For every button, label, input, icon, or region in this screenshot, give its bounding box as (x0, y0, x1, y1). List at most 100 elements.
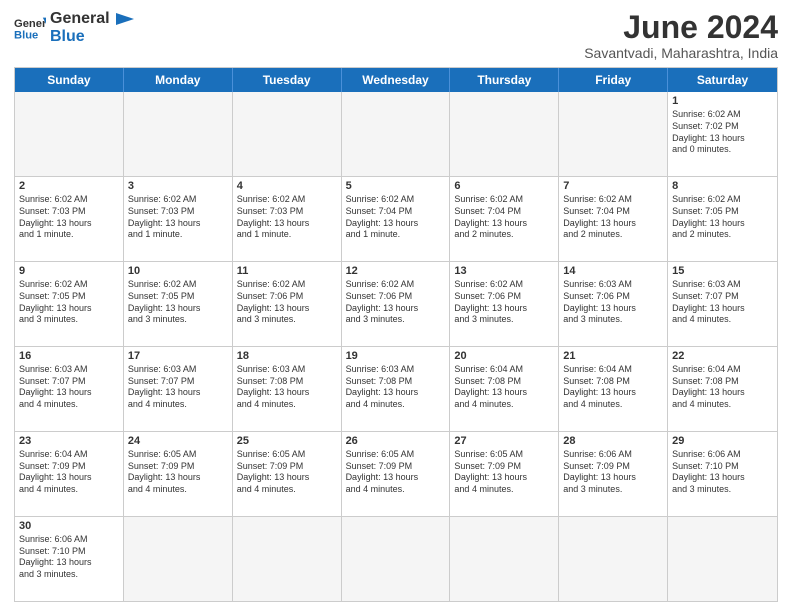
calendar-cell (124, 92, 233, 176)
day-info: Sunrise: 6:02 AM Sunset: 7:03 PM Dayligh… (19, 194, 119, 241)
day-number: 20 (454, 350, 554, 362)
day-number: 24 (128, 435, 228, 447)
day-info: Sunrise: 6:05 AM Sunset: 7:09 PM Dayligh… (454, 449, 554, 496)
day-number: 30 (19, 520, 119, 532)
day-number: 22 (672, 350, 773, 362)
calendar-cell: 16 Sunrise: 6:03 AM Sunset: 7:07 PM Dayli… (15, 347, 124, 431)
day-info: Sunrise: 6:04 AM Sunset: 7:08 PM Dayligh… (454, 364, 554, 411)
day-number: 29 (672, 435, 773, 447)
day-info: Sunrise: 6:03 AM Sunset: 7:08 PM Dayligh… (346, 364, 446, 411)
calendar-cell: 21 Sunrise: 6:04 AM Sunset: 7:08 PM Dayli… (559, 347, 668, 431)
day-info: Sunrise: 6:06 AM Sunset: 7:09 PM Dayligh… (563, 449, 663, 496)
calendar-cell: 20 Sunrise: 6:04 AM Sunset: 7:08 PM Dayli… (450, 347, 559, 431)
day-info: Sunrise: 6:02 AM Sunset: 7:05 PM Dayligh… (128, 279, 228, 326)
calendar-cell (342, 517, 451, 601)
calendar-cell (342, 92, 451, 176)
day-info: Sunrise: 6:02 AM Sunset: 7:05 PM Dayligh… (672, 194, 773, 241)
day-number: 4 (237, 180, 337, 192)
day-info: Sunrise: 6:03 AM Sunset: 7:08 PM Dayligh… (237, 364, 337, 411)
calendar-cell (124, 517, 233, 601)
calendar-cell (559, 517, 668, 601)
day-number: 23 (19, 435, 119, 447)
calendar-cell: 12Sunrise: 6:02 AM Sunset: 7:06 PM Dayli… (342, 262, 451, 346)
calendar-cell: 19 Sunrise: 6:03 AM Sunset: 7:08 PM Dayli… (342, 347, 451, 431)
day-info: Sunrise: 6:02 AM Sunset: 7:06 PM Dayligh… (237, 279, 337, 326)
day-info: Sunrise: 6:03 AM Sunset: 7:07 PM Dayligh… (128, 364, 228, 411)
svg-text:General: General (14, 18, 46, 30)
day-number: 11 (237, 265, 337, 277)
day-number: 8 (672, 180, 773, 192)
day-info: Sunrise: 6:05 AM Sunset: 7:09 PM Dayligh… (346, 449, 446, 496)
calendar-cell (233, 517, 342, 601)
calendar-cell: 26 Sunrise: 6:05 AM Sunset: 7:09 PM Dayli… (342, 432, 451, 516)
day-number: 7 (563, 180, 663, 192)
calendar-cell (559, 92, 668, 176)
calendar-week-5: 30 Sunrise: 6:06 AM Sunset: 7:10 PM Dayli… (15, 516, 777, 601)
calendar-cell: 9Sunrise: 6:02 AM Sunset: 7:05 PM Daylig… (15, 262, 124, 346)
day-number: 26 (346, 435, 446, 447)
calendar-cell: 3 Sunrise: 6:02 AM Sunset: 7:03 PM Daylig… (124, 177, 233, 261)
day-info: Sunrise: 6:06 AM Sunset: 7:10 PM Dayligh… (19, 534, 119, 581)
calendar-cell (450, 517, 559, 601)
day-number: 19 (346, 350, 446, 362)
calendar-cell: 8 Sunrise: 6:02 AM Sunset: 7:05 PM Daylig… (668, 177, 777, 261)
calendar-cell: 10Sunrise: 6:02 AM Sunset: 7:05 PM Dayli… (124, 262, 233, 346)
calendar-cell (233, 92, 342, 176)
day-info: Sunrise: 6:05 AM Sunset: 7:09 PM Dayligh… (128, 449, 228, 496)
calendar-cell: 30 Sunrise: 6:06 AM Sunset: 7:10 PM Dayli… (15, 517, 124, 601)
day-number: 28 (563, 435, 663, 447)
logo-icon: General Blue (14, 14, 46, 42)
day-header-friday: Friday (559, 68, 668, 92)
calendar-cell: 29 Sunrise: 6:06 AM Sunset: 7:10 PM Dayli… (668, 432, 777, 516)
calendar-cell: 11 Sunrise: 6:02 AM Sunset: 7:06 PM Dayli… (233, 262, 342, 346)
calendar-cell: 22 Sunrise: 6:04 AM Sunset: 7:08 PM Dayli… (668, 347, 777, 431)
calendar-week-1: 2Sunrise: 6:02 AM Sunset: 7:03 PM Daylig… (15, 176, 777, 261)
logo-blue: Blue (50, 28, 110, 46)
day-number: 3 (128, 180, 228, 192)
calendar-cell: 25 Sunrise: 6:05 AM Sunset: 7:09 PM Dayli… (233, 432, 342, 516)
calendar-cell (450, 92, 559, 176)
day-number: 9 (19, 265, 119, 277)
day-number: 13 (454, 265, 554, 277)
day-number: 5 (346, 180, 446, 192)
day-info: Sunrise: 6:04 AM Sunset: 7:09 PM Dayligh… (19, 449, 119, 496)
calendar-cell: 14 Sunrise: 6:03 AM Sunset: 7:06 PM Dayli… (559, 262, 668, 346)
calendar-week-4: 23 Sunrise: 6:04 AM Sunset: 7:09 PM Dayli… (15, 431, 777, 516)
day-number: 16 (19, 350, 119, 362)
calendar-cell: 27 Sunrise: 6:05 AM Sunset: 7:09 PM Dayli… (450, 432, 559, 516)
calendar-cell: 13Sunrise: 6:02 AM Sunset: 7:06 PM Dayli… (450, 262, 559, 346)
day-number: 17 (128, 350, 228, 362)
calendar-week-3: 16 Sunrise: 6:03 AM Sunset: 7:07 PM Dayli… (15, 346, 777, 431)
day-number: 18 (237, 350, 337, 362)
day-info: Sunrise: 6:02 AM Sunset: 7:03 PM Dayligh… (128, 194, 228, 241)
day-number: 27 (454, 435, 554, 447)
day-info: Sunrise: 6:04 AM Sunset: 7:08 PM Dayligh… (563, 364, 663, 411)
logo: General Blue General Blue (14, 10, 134, 45)
logo-flag-icon (116, 13, 134, 35)
calendar-cell: 15Sunrise: 6:03 AM Sunset: 7:07 PM Dayli… (668, 262, 777, 346)
day-info: Sunrise: 6:06 AM Sunset: 7:10 PM Dayligh… (672, 449, 773, 496)
calendar-week-2: 9 Sunrise: 6:02 AM Sunset: 7:05 PM Daylig… (15, 261, 777, 346)
calendar: SundayMondayTuesdayWednesdayThursdayFrid… (14, 67, 778, 602)
calendar-cell: 28 Sunrise: 6:06 AM Sunset: 7:09 PM Dayli… (559, 432, 668, 516)
day-info: Sunrise: 6:04 AM Sunset: 7:08 PM Dayligh… (672, 364, 773, 411)
day-header-tuesday: Tuesday (233, 68, 342, 92)
day-info: Sunrise: 6:03 AM Sunset: 7:06 PM Dayligh… (563, 279, 663, 326)
calendar-cell: 4Sunrise: 6:02 AM Sunset: 7:03 PM Daylig… (233, 177, 342, 261)
day-header-saturday: Saturday (668, 68, 777, 92)
main-title: June 2024 (584, 10, 778, 45)
calendar-cell: 1Sunrise: 6:02 AM Sunset: 7:02 PM Daylig… (668, 92, 777, 176)
calendar-cell: 23 Sunrise: 6:04 AM Sunset: 7:09 PM Dayli… (15, 432, 124, 516)
day-info: Sunrise: 6:03 AM Sunset: 7:07 PM Dayligh… (19, 364, 119, 411)
day-header-monday: Monday (124, 68, 233, 92)
day-number: 21 (563, 350, 663, 362)
day-number: 12 (346, 265, 446, 277)
day-number: 14 (563, 265, 663, 277)
day-info: Sunrise: 6:05 AM Sunset: 7:09 PM Dayligh… (237, 449, 337, 496)
calendar-cell: 18 Sunrise: 6:03 AM Sunset: 7:08 PM Dayli… (233, 347, 342, 431)
day-number: 1 (672, 95, 773, 107)
calendar-week-0: 1Sunrise: 6:02 AM Sunset: 7:02 PM Daylig… (15, 92, 777, 176)
day-info: Sunrise: 6:02 AM Sunset: 7:04 PM Dayligh… (454, 194, 554, 241)
day-number: 25 (237, 435, 337, 447)
day-header-wednesday: Wednesday (342, 68, 451, 92)
